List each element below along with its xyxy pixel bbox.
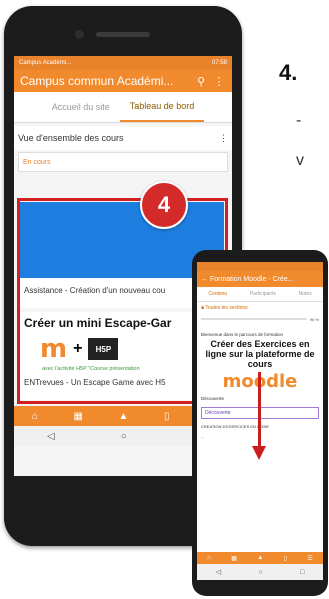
scroll-arrow	[258, 372, 261, 452]
side-text-1: -	[296, 112, 302, 129]
course-heading: Créer des Exercices en ligne sur la plat…	[205, 339, 315, 369]
course-overview-header: Vue d'ensemble des cours ⋮	[14, 126, 232, 150]
tab-grades[interactable]: Notes	[299, 291, 312, 297]
bottom-nav: ⌂ ▦ ▲ ▯ ☰	[197, 552, 323, 564]
back-icon[interactable]: ◁	[47, 431, 55, 442]
intro-text: Bienvenue dans le parcours de formation	[201, 332, 284, 337]
scroll-arrow-head-icon	[252, 446, 266, 460]
notifications-icon[interactable]: ▲	[257, 555, 263, 561]
back-icon[interactable]: ◁	[216, 568, 221, 576]
progress-row: 96 %	[197, 314, 323, 324]
speaker-grille	[96, 32, 150, 37]
tab-home[interactable]: Accueil du site	[42, 92, 120, 122]
status-bar	[197, 262, 323, 271]
status-left: Campus Académi...	[19, 60, 72, 66]
calendar-icon[interactable]: ▦	[231, 555, 237, 562]
menu-icon[interactable]: ☰	[307, 555, 312, 562]
tab-participants[interactable]: Participants	[250, 291, 276, 297]
app-title: Campus commun Académi...	[20, 74, 174, 88]
step-number: 4.	[279, 60, 298, 85]
home-icon[interactable]: ⌂	[32, 411, 38, 422]
overview-label: Vue d'ensemble des cours	[18, 133, 124, 143]
section-label: Toutes les sections	[205, 305, 248, 311]
progress-text: 96 %	[309, 316, 319, 322]
home-circle-icon[interactable]: ○	[258, 569, 262, 576]
tab-dashboard[interactable]: Tableau de bord	[119, 92, 205, 122]
system-nav: ◁ ○ □	[197, 564, 323, 580]
side-text-2: v	[296, 152, 304, 169]
notifications-icon[interactable]: ▲	[119, 411, 129, 422]
tab-content[interactable]: Contenu	[208, 291, 227, 297]
grades-icon[interactable]: ▯	[284, 555, 287, 562]
calendar-icon[interactable]: ▦	[73, 411, 82, 422]
section-selector[interactable]: ■ Toutes les sections	[197, 302, 323, 314]
grades-icon[interactable]: ▯	[164, 411, 170, 422]
camera-icon	[75, 30, 84, 39]
progress-bar	[201, 318, 307, 320]
recents-icon[interactable]: □	[300, 569, 304, 576]
more-vert-icon[interactable]: ⋮	[212, 75, 226, 88]
status-bar: Campus Académi... 07:58	[14, 56, 232, 70]
app-bar: ← Formation Moodle - Crée...	[197, 271, 323, 287]
home-icon[interactable]: ⌂	[207, 555, 211, 561]
search-icon[interactable]: ⚲	[194, 75, 208, 88]
app-bar: Campus commun Académi... ⚲ ⋮	[14, 70, 232, 92]
overview-menu-icon[interactable]: ⋮	[219, 133, 228, 144]
tab-bar: Accueil du site Tableau de bord	[14, 92, 232, 123]
course-filter-select[interactable]: En cours	[18, 152, 228, 172]
course-title: Formation Moodle - Crée...	[209, 275, 294, 283]
status-time: 07:58	[211, 60, 227, 66]
home-circle-icon[interactable]: ○	[121, 431, 127, 442]
step-badge: 4	[140, 181, 188, 229]
back-arrow-icon[interactable]: ←	[201, 276, 210, 283]
tab-bar: Contenu Participants Notes	[197, 287, 323, 302]
